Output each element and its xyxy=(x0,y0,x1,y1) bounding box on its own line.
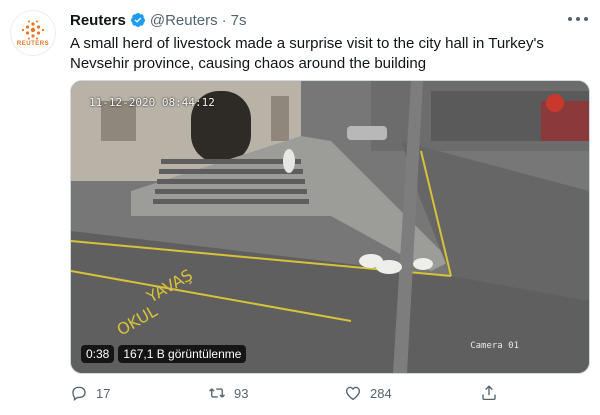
display-name[interactable]: Reuters xyxy=(70,12,126,29)
share-button[interactable] xyxy=(480,384,506,402)
avatar-wordmark: REUTERS xyxy=(16,40,50,47)
video-player[interactable]: YAVAŞ OKUL 11-12-2020 08:44:12 Camera 01… xyxy=(70,80,590,374)
video-timestamp-overlay: 11-12-2020 08:44:12 xyxy=(89,96,215,109)
separator-dot: · xyxy=(221,11,227,29)
tweet-card[interactable]: REUTERS Reuters @Reuters · 7s A small he… xyxy=(0,0,600,415)
timestamp[interactable]: 7s xyxy=(231,12,247,29)
avatar[interactable]: REUTERS xyxy=(10,10,56,56)
tweet-header: Reuters @Reuters · 7s xyxy=(70,10,246,30)
reuters-logo-icon xyxy=(21,20,45,39)
share-icon xyxy=(482,385,496,401)
video-badges: 0:38 167,1 B görüntülenme xyxy=(81,345,247,363)
more-options-icon[interactable] xyxy=(568,12,588,26)
video-views: 167,1 B görüntülenme xyxy=(118,345,247,363)
like-button[interactable]: 284 xyxy=(344,384,392,402)
video-frame: YAVAŞ OKUL xyxy=(71,81,589,373)
verified-badge-icon xyxy=(130,13,145,27)
reply-icon xyxy=(72,386,86,402)
tweet-text: A small herd of livestock made a surpris… xyxy=(70,35,544,72)
like-icon xyxy=(345,386,361,401)
retweet-count: 93 xyxy=(234,385,249,401)
like-count: 284 xyxy=(370,385,392,401)
tweet-actions: 17 93 284 xyxy=(70,384,590,404)
handle[interactable]: @Reuters xyxy=(150,12,218,29)
reply-button[interactable]: 17 xyxy=(70,384,110,402)
retweet-icon xyxy=(209,388,225,398)
retweet-button[interactable]: 93 xyxy=(208,384,248,402)
camera-label: Camera 01 xyxy=(470,341,519,351)
reply-count: 17 xyxy=(96,385,111,401)
video-duration: 0:38 xyxy=(81,345,115,363)
